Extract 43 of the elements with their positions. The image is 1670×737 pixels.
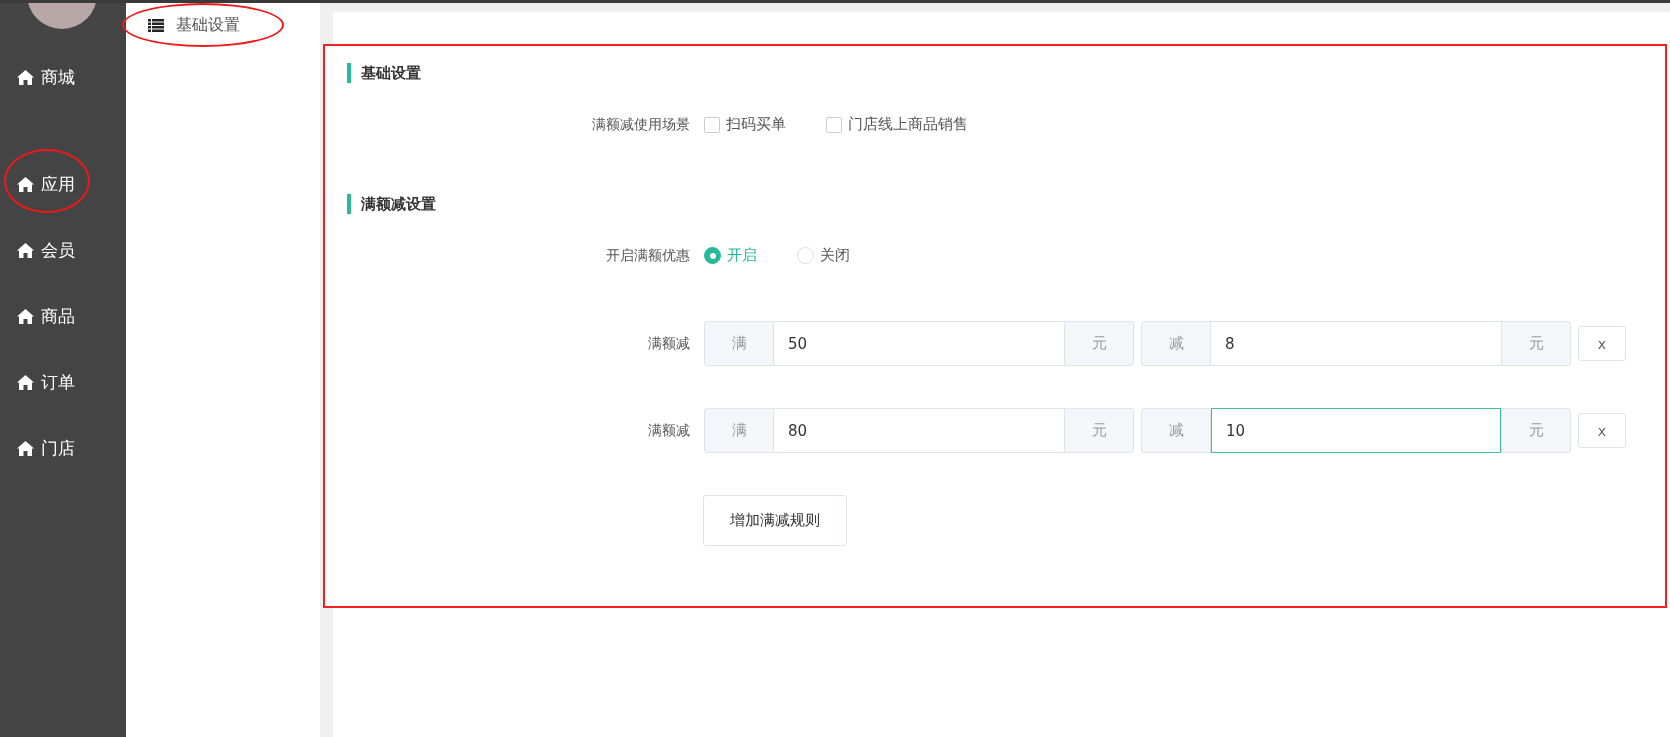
- field-label: 满额减: [647, 421, 690, 440]
- unit-label: 元: [1064, 321, 1134, 366]
- checkbox-label[interactable]: 扫码买单: [726, 115, 786, 134]
- prefix-label: 满: [704, 321, 774, 366]
- checkbox[interactable]: [826, 116, 842, 133]
- section-title: 基础设置: [361, 63, 421, 83]
- nav-item[interactable]: 商品: [41, 304, 75, 328]
- radio-button[interactable]: [704, 247, 721, 264]
- field-label: 满额减使用场景: [591, 115, 690, 134]
- unit-label: 元: [1501, 321, 1571, 366]
- radio-label[interactable]: 关闭: [820, 246, 850, 265]
- amount-field[interactable]: 50: [774, 321, 1064, 366]
- field-label: 满额减: [647, 334, 690, 353]
- home-icon: [17, 308, 34, 324]
- field-label: 开启满额优惠: [605, 246, 690, 265]
- checkbox[interactable]: [704, 116, 720, 133]
- list-icon: [148, 18, 164, 32]
- prefix-label: 满: [704, 408, 774, 453]
- nav-item[interactable]: 订单: [41, 370, 75, 394]
- unit-label: 元: [1064, 408, 1134, 453]
- home-icon: [17, 69, 34, 85]
- nav-item[interactable]: 应用: [41, 172, 75, 196]
- home-icon: [17, 374, 34, 390]
- home-icon: [17, 440, 34, 456]
- prefix-label: 减: [1141, 408, 1211, 453]
- amount-field[interactable]: 10: [1211, 408, 1501, 453]
- checkbox-label[interactable]: 门店线上商品销售: [848, 115, 968, 134]
- section-marker: [347, 63, 351, 83]
- home-icon: [17, 176, 34, 192]
- prefix-label: 减: [1141, 321, 1211, 366]
- remove-button[interactable]: x: [1578, 326, 1626, 361]
- nav-item[interactable]: 商城: [41, 65, 75, 89]
- remove-button[interactable]: x: [1578, 413, 1626, 448]
- amount-field[interactable]: 8: [1211, 321, 1501, 366]
- home-icon: [17, 242, 34, 258]
- section-title: 满额减设置: [361, 194, 436, 214]
- section-marker: [347, 194, 351, 214]
- amount-field[interactable]: 80: [774, 408, 1064, 453]
- nav-item[interactable]: 会员: [41, 238, 75, 262]
- unit-label: 元: [1501, 408, 1571, 453]
- add-rule-button[interactable]: 增加满减规则: [703, 495, 847, 546]
- subnav-item[interactable]: 基础设置: [176, 14, 240, 36]
- nav-item[interactable]: 门店: [41, 436, 75, 460]
